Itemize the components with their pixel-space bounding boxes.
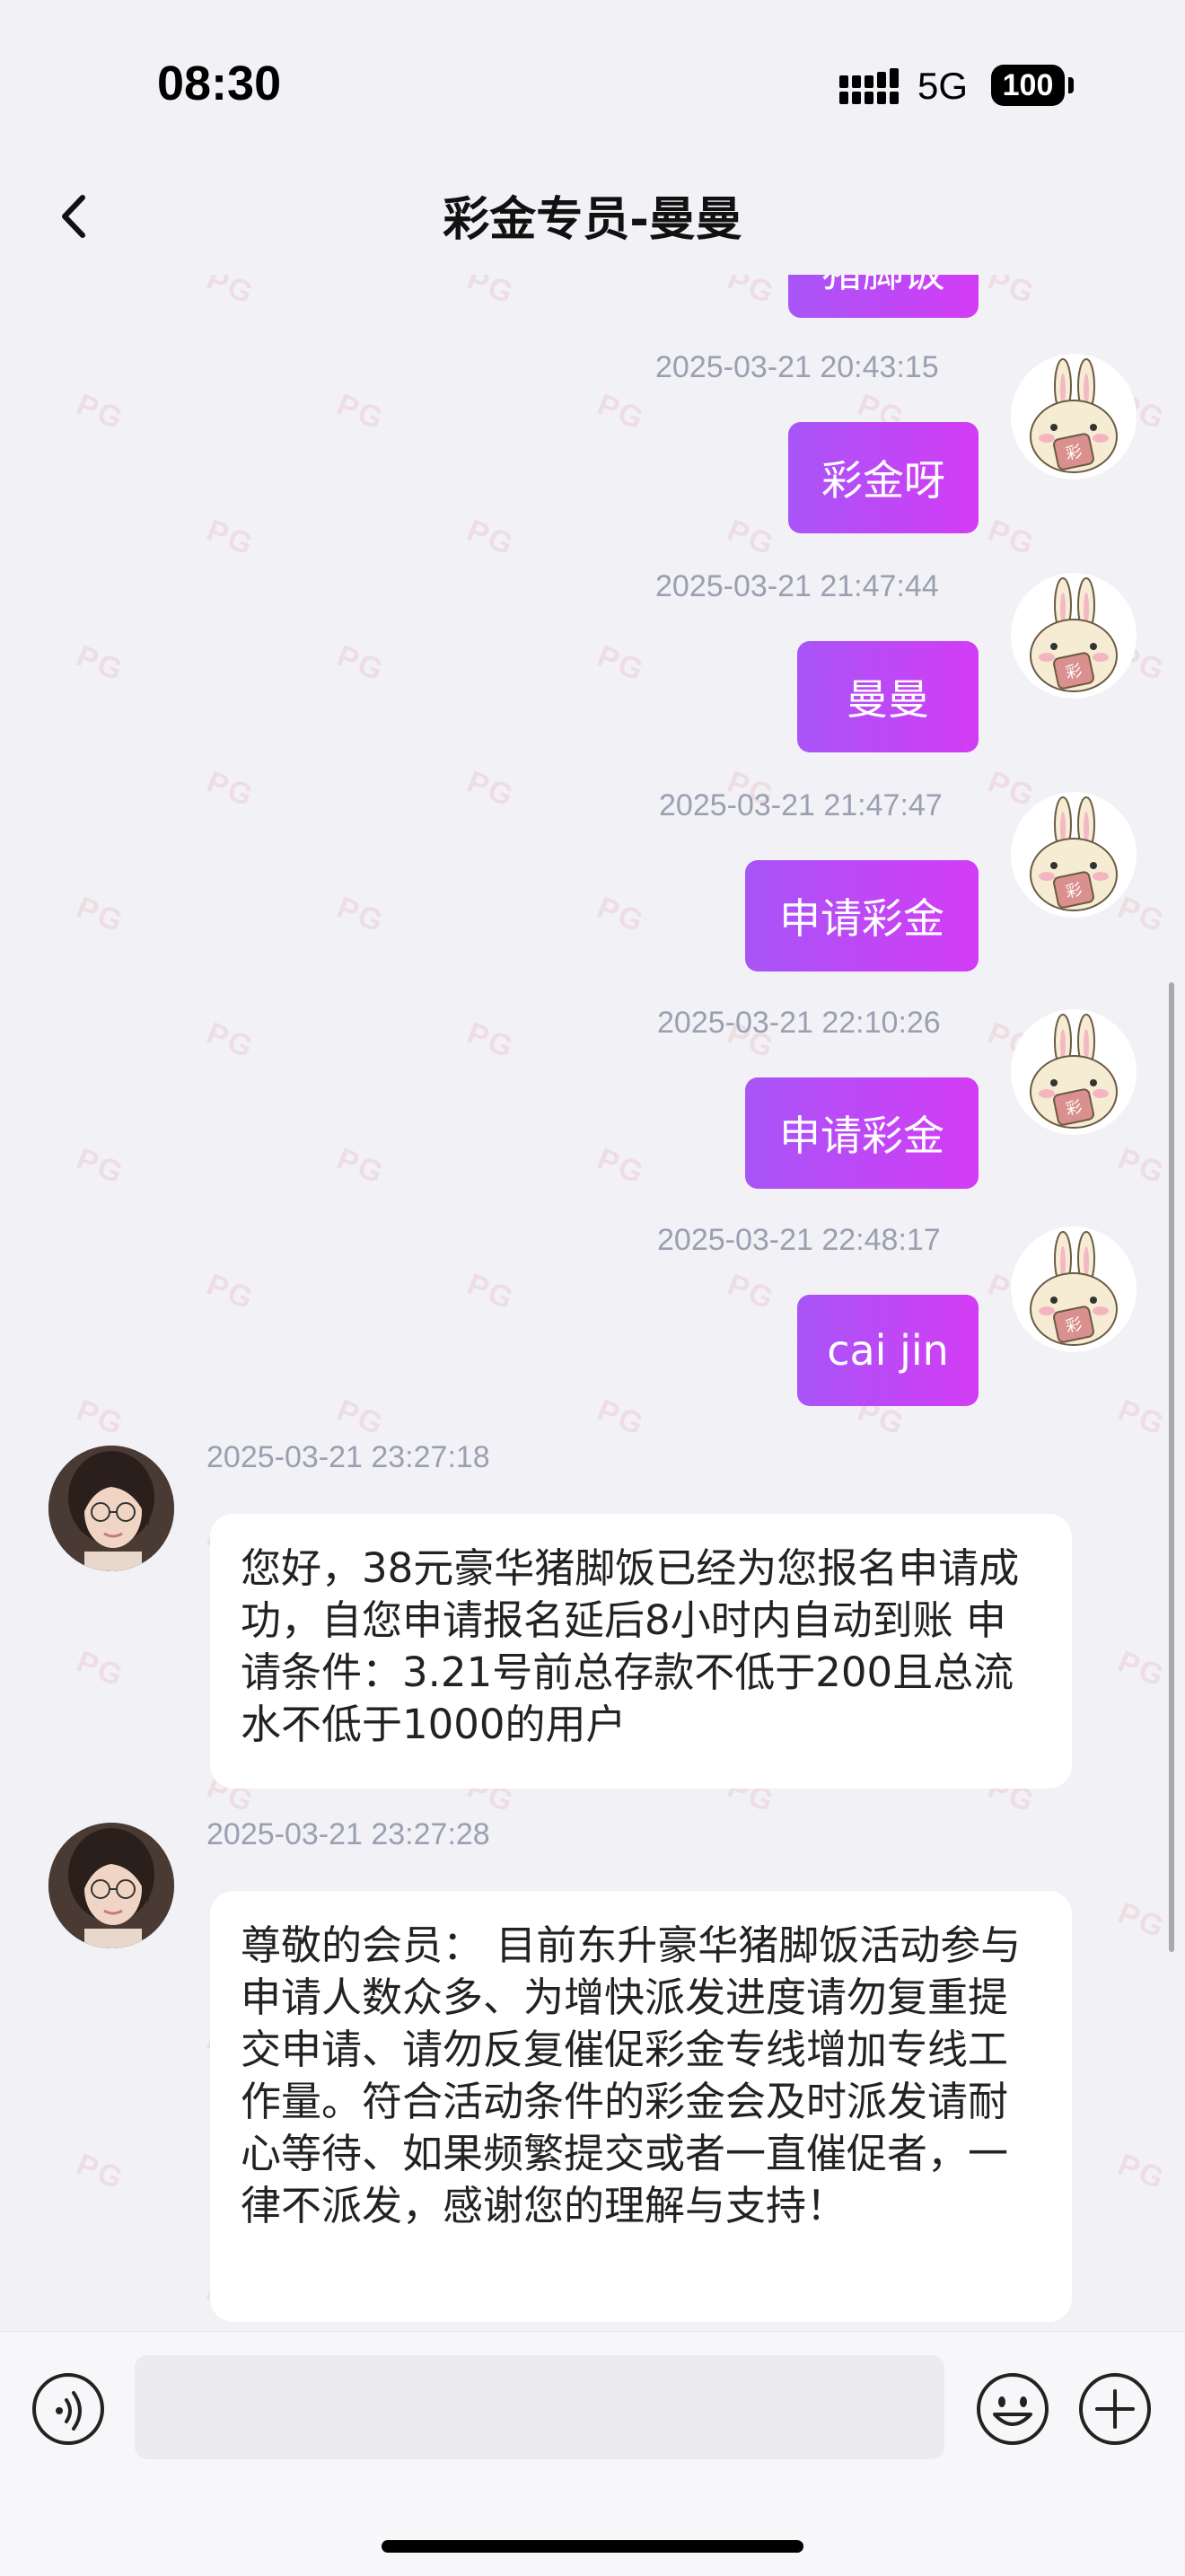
bunny-avatar-icon: 彩 (1030, 577, 1118, 692)
avatar-self[interactable]: 彩 (1011, 573, 1137, 699)
message-bubble-incoming[interactable]: 尊敬的会员： 目前东升豪华猪脚饭活动参与申请人数众多、为增快派发进度请勿复重提交… (210, 1891, 1072, 2322)
voice-icon[interactable] (31, 2371, 106, 2447)
avatar-agent[interactable] (48, 1823, 174, 1948)
message-bubble-incoming[interactable]: 您好，38元豪华猪脚饭已经为您报名申请成功，自您申请报名延后8小时内自动到账 申… (210, 1514, 1072, 1789)
message-text: 曼曼 (847, 675, 929, 724)
message-input[interactable] (135, 2355, 944, 2459)
avatar-self[interactable]: 彩 (1011, 792, 1137, 918)
avatar-agent[interactable] (48, 1446, 174, 1571)
message-timestamp: 2025-03-21 22:48:17 (657, 1223, 941, 1257)
battery-tip (1068, 77, 1074, 93)
message-text: 尊敬的会员： 目前东升豪华猪脚饭活动参与申请人数众多、为增快派发进度请勿复重提交… (241, 1921, 1022, 2229)
message-text: 您好，38元豪华猪脚饭已经为您报名申请成功，自您申请报名延后8小时内自动到账 申… (241, 1544, 1020, 1748)
bunny-avatar-icon: 彩 (1030, 796, 1118, 911)
emoji-icon[interactable] (975, 2371, 1050, 2447)
avatar-self[interactable]: 彩 (1011, 354, 1137, 479)
agent-avatar-icon (48, 1823, 174, 1948)
bunny-avatar-icon: 彩 (1030, 1014, 1118, 1129)
message-text: 猪脚饭 (821, 275, 945, 299)
message-bubble-outgoing[interactable]: 曼曼 (797, 641, 979, 752)
status-time: 08:30 (157, 57, 282, 110)
battery-indicator: 100 (991, 65, 1065, 106)
nav-bar: 彩金专员-曼曼 (0, 162, 1185, 275)
message-timestamp: 2025-03-21 20:43:15 (655, 350, 939, 384)
bunny-avatar-icon: 彩 (1030, 358, 1118, 473)
message-bubble-outgoing[interactable]: 彩金呀 (788, 422, 979, 533)
message-text: 申请彩金 (779, 1112, 944, 1160)
status-bar: 08:30 5G 100 (0, 0, 1185, 162)
home-indicator (382, 2540, 803, 2553)
message-timestamp: 2025-03-21 21:47:47 (659, 788, 943, 822)
message-bubble-partial: 猪脚饭 (788, 275, 979, 318)
message-text: 申请彩金 (779, 894, 944, 943)
input-bar (0, 2331, 1185, 2576)
bunny-avatar-icon: 彩 (1030, 1231, 1118, 1346)
chat-area[interactable]: 猪脚饭 2025-03-21 20:43:15 彩金呀 彩 2025-03-21… (0, 275, 1185, 2331)
message-bubble-outgoing[interactable]: cai jin (797, 1295, 979, 1406)
message-text: cai jin (827, 1326, 949, 1375)
agent-avatar-icon (48, 1446, 174, 1571)
message-bubble-outgoing[interactable]: 申请彩金 (745, 860, 979, 971)
message-text: 彩金呀 (821, 456, 945, 505)
message-timestamp: 2025-03-21 22:10:26 (657, 1006, 941, 1040)
page-title: 彩金专员-曼曼 (443, 193, 742, 247)
chat-scrollbar[interactable] (1169, 982, 1174, 1952)
network-type: 5G (917, 65, 969, 107)
message-timestamp: 2025-03-21 23:27:18 (206, 1440, 490, 1474)
message-timestamp: 2025-03-21 23:27:28 (206, 1817, 490, 1851)
avatar-self[interactable]: 彩 (1011, 1226, 1137, 1352)
avatar-self[interactable]: 彩 (1011, 1009, 1137, 1135)
plus-icon[interactable] (1077, 2371, 1153, 2447)
message-timestamp: 2025-03-21 21:47:44 (655, 569, 939, 603)
cellular-signal-icon (839, 68, 899, 104)
message-bubble-outgoing[interactable]: 申请彩金 (745, 1077, 979, 1189)
